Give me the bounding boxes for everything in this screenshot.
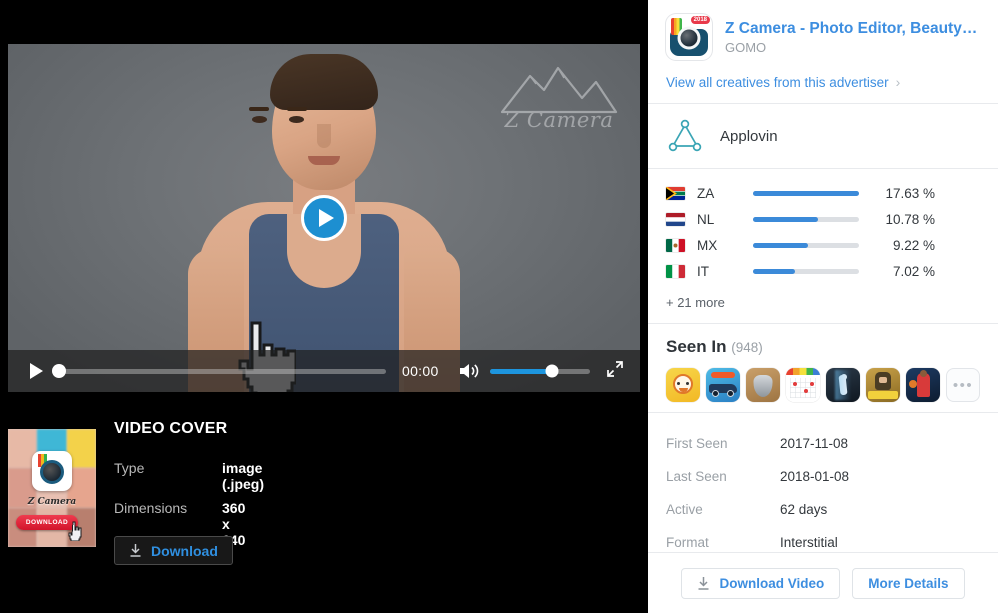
video-progress-slider[interactable] bbox=[52, 364, 386, 378]
download-video-button[interactable]: Download Video bbox=[681, 568, 841, 599]
basketball-player-icon[interactable] bbox=[906, 368, 940, 402]
smiley-game-icon[interactable] bbox=[666, 368, 700, 402]
video-play-overlay-button[interactable] bbox=[301, 195, 347, 241]
video-controls-bar[interactable]: 00:00 bbox=[8, 350, 640, 392]
country-share-bar bbox=[753, 190, 859, 196]
app-icon-year-badge: 2018 bbox=[690, 16, 710, 24]
seen-in-title: Seen In bbox=[666, 337, 727, 356]
more-details-button[interactable]: More Details bbox=[852, 568, 965, 599]
applovin-logo-icon bbox=[668, 119, 702, 152]
thumbnail-app-name: Z Camera bbox=[27, 497, 77, 507]
country-code: NL bbox=[697, 211, 715, 227]
z-camera-watermark-icon: Z Camera bbox=[496, 58, 622, 138]
cover-dimensions-label: Dimensions bbox=[114, 500, 188, 516]
detail-value: 62 days bbox=[780, 502, 828, 517]
app-icon[interactable]: 2018 bbox=[666, 14, 712, 60]
country-percentage: 7.02 % bbox=[892, 263, 935, 279]
soldier-shooter-icon[interactable] bbox=[866, 368, 900, 402]
download-icon bbox=[698, 577, 709, 590]
seen-in-app-icons: ••• bbox=[666, 368, 980, 402]
chevron-right-icon: › bbox=[895, 74, 901, 90]
video-player[interactable]: Z Camera 00:00 bbox=[8, 44, 640, 392]
view-all-creatives-link[interactable]: View all creatives from this advertiser … bbox=[648, 60, 998, 103]
countries-more-link[interactable]: + 21 more bbox=[648, 289, 998, 323]
country-row: IT 7.02 % bbox=[666, 261, 980, 281]
volume-fill bbox=[490, 368, 552, 374]
advertiser-text: Z Camera - Photo Editor, Beauty… GOMO bbox=[725, 19, 977, 55]
divider bbox=[648, 552, 998, 553]
country-code: MX bbox=[697, 237, 718, 253]
bingo-card-icon[interactable] bbox=[786, 368, 820, 402]
guitar-pick-icon[interactable] bbox=[746, 368, 780, 402]
play-icon bbox=[318, 209, 334, 227]
detail-row: Last Seen 2018-01-08 bbox=[666, 460, 980, 493]
watermark-label: Z Camera bbox=[504, 108, 614, 132]
seen-in-section: Seen In (948) ••• bbox=[648, 324, 998, 412]
thumbnail-cursor-icon bbox=[68, 521, 84, 542]
sidebar-action-buttons: Download Video More Details bbox=[648, 554, 998, 613]
app-title-link[interactable]: Z Camera - Photo Editor, Beauty… bbox=[725, 19, 977, 38]
detail-label: Format bbox=[666, 535, 709, 550]
detail-label: First Seen bbox=[666, 436, 728, 451]
view-all-label: View all creatives from this advertiser bbox=[666, 74, 889, 90]
download-cover-button[interactable]: Download bbox=[114, 536, 233, 565]
detail-value: Interstitial bbox=[780, 535, 838, 550]
creative-info-sidebar: 2018 Z Camera - Photo Editor, Beauty… GO… bbox=[648, 0, 998, 613]
country-code: ZA bbox=[697, 185, 715, 201]
download-cover-label: Download bbox=[151, 542, 218, 559]
more-details-label: More Details bbox=[868, 576, 949, 591]
cover-type-value: image (.jpeg) bbox=[222, 460, 264, 492]
advertiser-header: 2018 Z Camera - Photo Editor, Beauty… GO… bbox=[648, 0, 998, 60]
volume-slider[interactable] bbox=[490, 364, 590, 378]
play-button[interactable] bbox=[30, 363, 43, 379]
download-icon bbox=[130, 544, 141, 557]
detail-row: Active 62 days bbox=[666, 493, 980, 526]
volume-icon[interactable] bbox=[458, 362, 480, 380]
seen-in-heading: Seen In (948) bbox=[666, 337, 980, 357]
detail-value: 2018-01-08 bbox=[780, 469, 850, 484]
country-share-bar bbox=[753, 268, 859, 274]
cover-thumbnail[interactable]: Z Camera DOWNLOAD bbox=[8, 429, 96, 547]
download-video-label: Download Video bbox=[719, 576, 825, 591]
detail-label: Active bbox=[666, 502, 703, 517]
cover-section-title: VIDEO COVER bbox=[114, 420, 228, 437]
video-time-display: 00:00 bbox=[402, 363, 439, 379]
country-row: NL 10.78 % bbox=[666, 209, 980, 229]
country-percentage: 17.63 % bbox=[885, 185, 935, 201]
network-name: Applovin bbox=[720, 127, 778, 145]
publisher-name: GOMO bbox=[725, 40, 767, 56]
country-row: MX 9.22 % bbox=[666, 235, 980, 255]
country-percentage: 10.78 % bbox=[885, 211, 935, 227]
country-code: IT bbox=[697, 263, 709, 279]
country-percentage: 9.22 % bbox=[892, 237, 935, 253]
detail-label: Last Seen bbox=[666, 469, 727, 484]
hot-wheels-car-icon[interactable] bbox=[706, 368, 740, 402]
detail-row: First Seen 2017-11-08 bbox=[666, 427, 980, 460]
nl-flag-icon bbox=[666, 212, 685, 226]
it-flag-icon bbox=[666, 264, 685, 278]
creative-preview-panel: Z Camera 00:00 VIDEO COVER Z Camera DOWN… bbox=[0, 0, 648, 613]
country-share-bar bbox=[753, 216, 859, 222]
creative-details-list: First Seen 2017-11-08 Last Seen 2018-01-08 A… bbox=[648, 413, 998, 569]
country-share-bar bbox=[753, 242, 859, 248]
cover-type-label: Type bbox=[114, 460, 145, 476]
mx-flag-icon bbox=[666, 238, 685, 252]
fullscreen-icon[interactable] bbox=[606, 360, 624, 383]
seen-in-count: (948) bbox=[731, 340, 763, 355]
za-flag-icon bbox=[666, 186, 685, 200]
thumbnail-app-icon bbox=[32, 451, 72, 491]
video-progress-handle[interactable] bbox=[52, 364, 66, 378]
country-distribution-list: ZA 17.63 % NL 10.78 % MX 9.22 % IT 7.02 % bbox=[648, 169, 998, 289]
ad-network-row: Applovin bbox=[648, 104, 998, 168]
volume-handle[interactable] bbox=[545, 364, 559, 378]
walking-figure-icon[interactable] bbox=[826, 368, 860, 402]
country-row: ZA 17.63 % bbox=[666, 183, 980, 203]
seen-in-more-button[interactable]: ••• bbox=[946, 368, 980, 402]
creative-detail-page: Z Camera 00:00 VIDEO COVER Z Camera DOWN… bbox=[0, 0, 998, 613]
detail-value: 2017-11-08 bbox=[780, 436, 849, 451]
